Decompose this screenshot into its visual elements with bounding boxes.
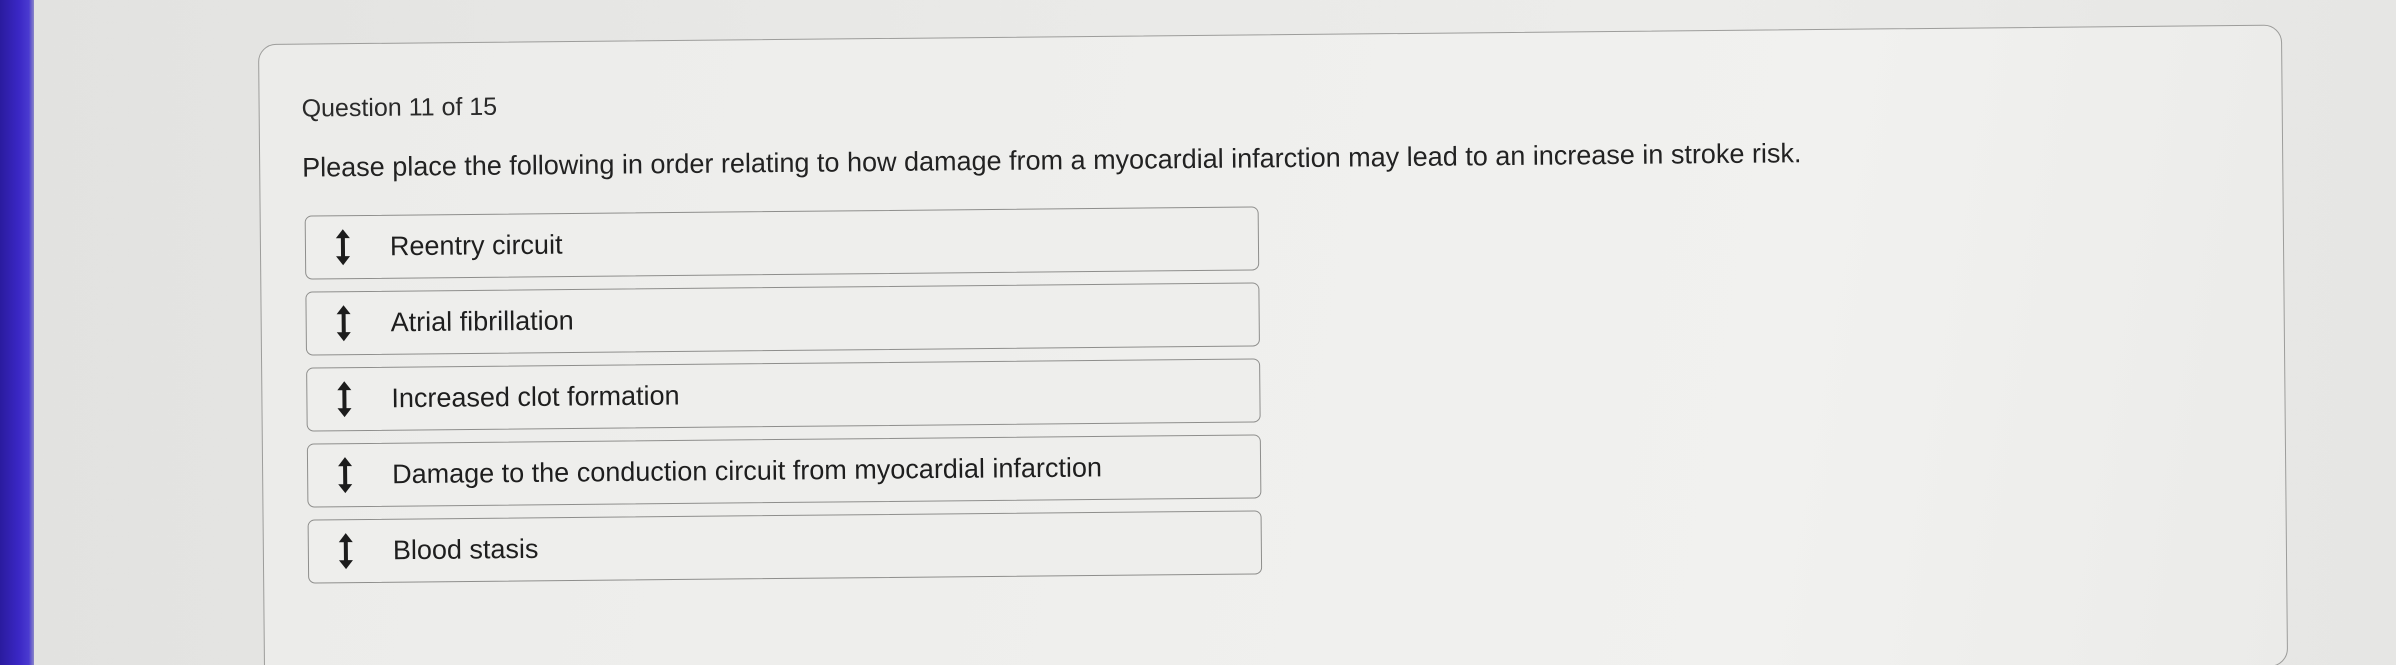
ordering-item-label: Atrial fibrillation: [390, 305, 574, 338]
question-number: Question 11 of 15: [301, 92, 498, 123]
ordering-item[interactable]: Increased clot formation: [306, 358, 1261, 432]
ordering-item[interactable]: Damage to the conduction circuit from my…: [306, 434, 1262, 508]
question-card: Question 11 of 15 Please place the follo…: [258, 24, 2289, 665]
ordering-item-label: Increased clot formation: [391, 380, 680, 414]
drag-handle-icon[interactable]: [335, 531, 357, 571]
drag-handle-icon[interactable]: [332, 303, 354, 343]
drag-handle-icon[interactable]: [333, 379, 355, 419]
ordering-item-label: Damage to the conduction circuit from my…: [391, 452, 1103, 490]
ordering-item[interactable]: Blood stasis: [307, 510, 1263, 584]
ordering-item[interactable]: Atrial fibrillation: [305, 282, 1260, 356]
ordering-item-label: Reentry circuit: [389, 229, 563, 262]
screen-edge: [0, 0, 34, 665]
drag-handle-icon[interactable]: [334, 455, 356, 495]
ordering-item-label: Blood stasis: [392, 533, 539, 566]
drag-handle-icon[interactable]: [332, 227, 354, 267]
ordering-item[interactable]: Reentry circuit: [304, 206, 1260, 280]
ordering-list: Reentry circuit Atrial fibrillation Incr…: [304, 206, 1263, 595]
question-prompt: Please place the following in order rela…: [302, 138, 1802, 183]
